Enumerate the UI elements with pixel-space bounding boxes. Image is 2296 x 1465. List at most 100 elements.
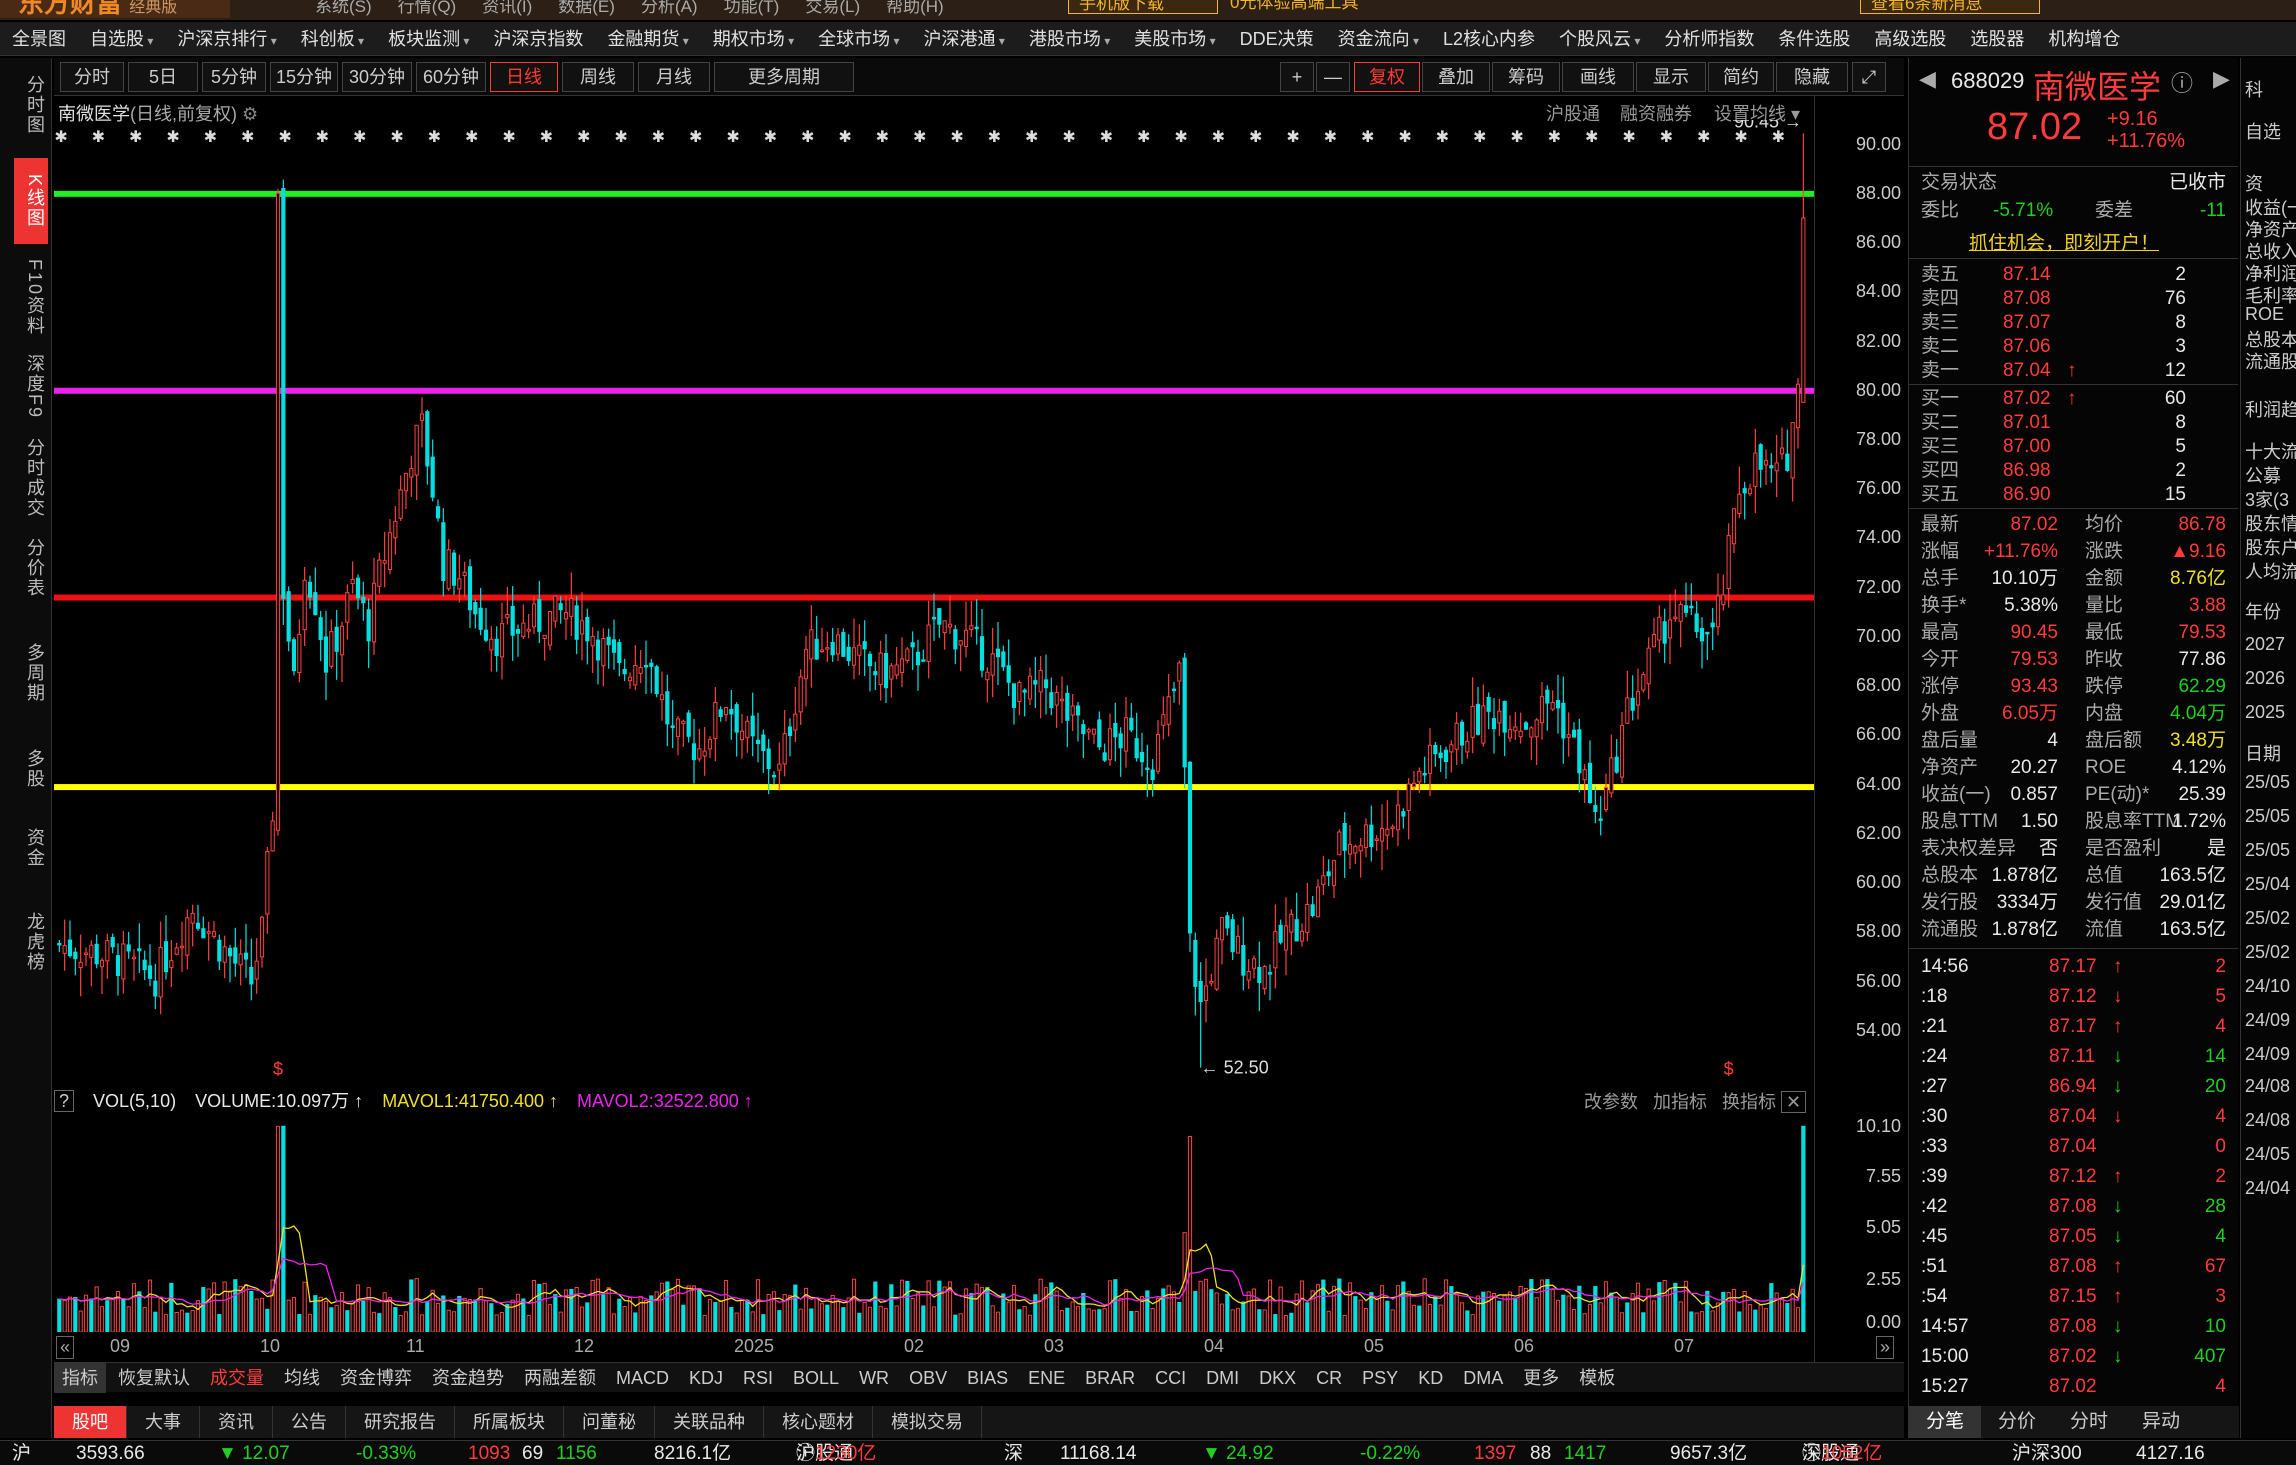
candle-body[interactable] [958,640,963,646]
candle-body[interactable] [1678,603,1683,622]
tool-4[interactable]: 显示 [1636,62,1706,92]
candle-body[interactable] [889,665,894,680]
indicator-tab-4[interactable]: 资金博弈 [332,1363,420,1393]
candle-body[interactable] [675,718,681,737]
side-item[interactable]: 日期 [2245,740,2281,766]
candle-body[interactable] [1694,613,1699,632]
event-mark[interactable]: ✱ [1697,129,1710,146]
candle-body[interactable] [339,625,345,656]
candle-body[interactable] [1027,675,1033,700]
candle-body[interactable] [1241,945,1246,976]
menu-item-5[interactable]: 功能(T) [724,0,780,16]
candle-body[interactable] [1657,616,1662,641]
vol-edit-params[interactable]: 改参数 [1584,1092,1638,1112]
candle-body[interactable] [254,960,259,980]
volume-chart[interactable] [54,1116,1814,1332]
candle-body[interactable] [1353,845,1358,854]
candle-body[interactable] [1118,733,1123,749]
candle-body[interactable] [846,646,851,662]
candle-body[interactable] [1523,722,1529,730]
indicator-tab-1[interactable]: 恢复默认 [110,1363,198,1393]
candle-body[interactable] [734,704,739,733]
candle-body[interactable] [281,188,286,599]
sh-index[interactable]: 3593.66 [76,1441,145,1465]
event-mark[interactable]: ✱ [166,129,179,146]
candle-body[interactable] [1283,925,1289,951]
indicator-tab-0[interactable]: 指标 [54,1363,106,1393]
event-mark[interactable]: ✱ [1286,129,1299,146]
candle-body[interactable] [425,411,430,467]
prev-stock-icon[interactable]: ◀ [1919,66,1936,92]
sz-index[interactable]: 11168.14 [1060,1441,1136,1465]
hs300-index[interactable]: 4127.16 [2136,1441,2205,1465]
nav-item-17[interactable]: 条件选股 [1766,22,1862,56]
event-mark[interactable]: ✱ [801,129,814,146]
next-stock-icon[interactable]: ▶ [2213,66,2230,92]
candle-body[interactable] [1251,958,1257,969]
candle-body[interactable] [1625,697,1630,724]
candle-body[interactable] [1513,726,1518,732]
candle-body[interactable] [1646,647,1651,685]
nav-item-12[interactable]: DDE决策 [1228,22,1326,56]
candle-body[interactable] [1262,966,1267,990]
side-item[interactable]: 25/05 [2245,806,2290,827]
candle-body[interactable] [915,651,921,666]
indicator-tab-14[interactable]: ENE [1020,1363,1073,1393]
candle-body[interactable] [835,634,841,655]
candle-body[interactable] [158,946,163,998]
candle-body[interactable] [953,629,958,650]
candle-body[interactable] [318,617,323,640]
candle-body[interactable] [1374,838,1379,842]
event-mark[interactable]: ✱ [353,129,366,146]
event-mark[interactable]: ✱ [1361,129,1374,146]
rail-tab-6[interactable]: 多周期 [14,618,48,728]
candle-body[interactable] [190,912,195,924]
candle-body[interactable] [494,638,499,656]
period-0[interactable]: 分时 [60,62,124,92]
close-icon[interactable]: ✕ [1781,1091,1807,1113]
menu-item-1[interactable]: 行情(Q) [398,0,457,16]
candle-body[interactable] [1289,913,1294,933]
nav-item-10[interactable]: 港股市场 [1017,22,1122,58]
side-item[interactable]: 年份 [2245,598,2281,624]
side-item[interactable]: 3家(3 [2245,486,2289,512]
candle-body[interactable] [1070,705,1075,716]
candle-body[interactable] [1550,702,1555,710]
candle-body[interactable] [1043,679,1049,689]
event-mark[interactable]: ✱ [1510,129,1523,146]
mobile-download-button[interactable]: 手机版下载 [1068,0,1218,14]
event-mark[interactable]: ✱ [316,129,329,146]
candle-body[interactable] [393,520,398,539]
candle-body[interactable] [873,671,878,676]
event-mark[interactable]: ✱ [1249,129,1262,146]
level-line-1[interactable] [54,387,1814,394]
fullscreen-icon[interactable]: ⤢ [1852,62,1886,92]
messages-button[interactable]: 查看6条新消息 [1860,0,2040,14]
event-mark[interactable]: ✱ [876,129,889,146]
candle-body[interactable] [1161,714,1166,726]
candle-body[interactable] [1097,719,1102,748]
event-mark[interactable]: ✱ [577,129,590,146]
nav-item-4[interactable]: 板块监测 [376,22,481,58]
candle-body[interactable] [211,931,217,937]
candle-body[interactable] [1006,665,1011,683]
candle-body[interactable] [489,638,494,651]
candle-body[interactable] [1438,752,1443,759]
event-mark[interactable]: ✱ [1100,129,1113,146]
candle-body[interactable] [531,603,537,628]
candle-body[interactable] [1086,729,1091,733]
candle-body[interactable] [510,605,515,636]
candle-body[interactable] [1449,744,1454,753]
menu-item-7[interactable]: 帮助(H) [886,0,944,16]
candle-body[interactable] [483,629,489,641]
period-5[interactable]: 60分钟 [416,62,486,92]
candle-body[interactable] [1267,972,1273,975]
event-mark[interactable]: ✱ [838,129,851,146]
candle-body[interactable] [702,750,707,757]
candle-body[interactable] [937,608,942,625]
candle-body[interactable] [793,713,798,731]
candle-body[interactable] [1737,493,1742,514]
tool-2[interactable]: 筹码 [1492,62,1560,92]
event-mark[interactable]: ✱ [92,129,105,146]
event-mark[interactable]: ✱ [278,129,291,146]
